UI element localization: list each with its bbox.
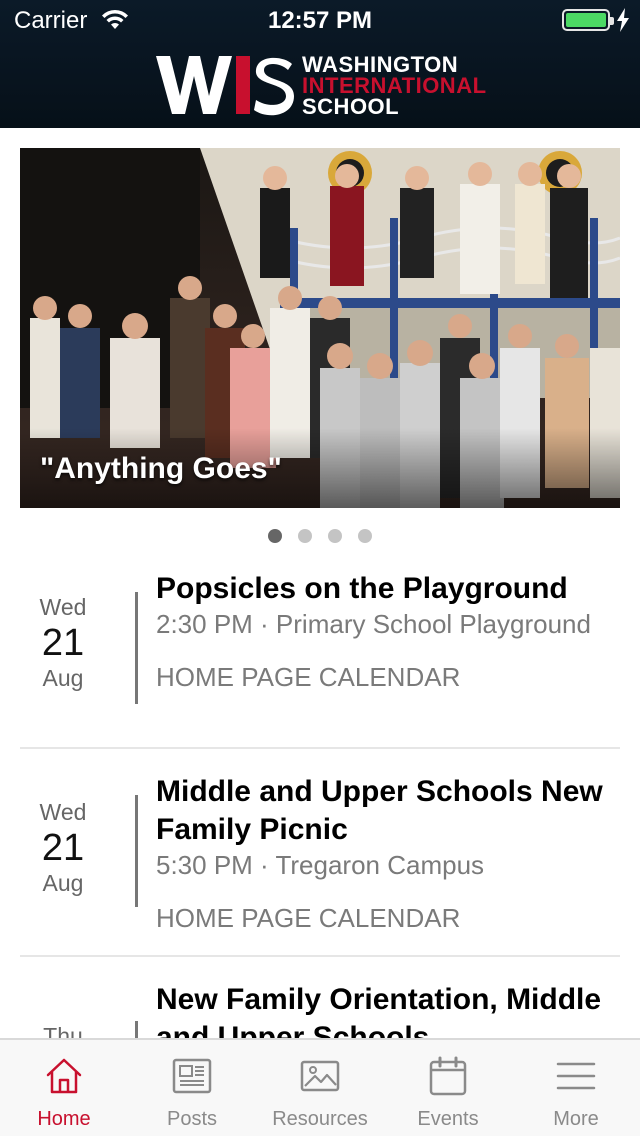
app-header: Carrier 12:57 PM WASHINGTON INTERNATIONA… xyxy=(0,0,640,128)
tab-posts[interactable]: Posts xyxy=(128,1040,256,1136)
event-details: New Family Orientation, Middle and Upper… xyxy=(156,981,616,1038)
featured-carousel[interactable]: "Anything Goes" xyxy=(20,148,620,508)
event-weekday: Thu xyxy=(43,1023,83,1038)
carousel-dot-2[interactable] xyxy=(298,529,312,543)
event-month: Aug xyxy=(42,870,84,896)
event-weekday: Wed xyxy=(39,799,87,825)
tab-more[interactable]: More xyxy=(512,1040,640,1136)
event-day: 21 xyxy=(41,827,85,869)
logo-line-1: WASHINGTON xyxy=(302,52,459,77)
event-item[interactable]: Wed 21 Aug Middle and Upper Schools New … xyxy=(20,749,620,957)
event-date: Wed 21 Aug xyxy=(20,799,106,897)
home-icon xyxy=(46,1058,82,1094)
events-list[interactable]: Wed 21 Aug Popsicles on the Playground 2… xyxy=(20,560,620,1038)
event-weekday: Wed xyxy=(39,594,87,620)
event-date: Thu xyxy=(20,1023,106,1038)
status-bar: Carrier 12:57 PM xyxy=(0,0,640,40)
wis-logo-mark xyxy=(156,56,294,116)
calendar-icon xyxy=(429,1056,467,1096)
event-calendar-name: HOME PAGE CALENDAR xyxy=(156,662,461,692)
tab-resources[interactable]: Resources xyxy=(256,1040,384,1136)
event-calendar-name: HOME PAGE CALENDAR xyxy=(156,903,461,933)
event-details: Middle and Upper Schools New Family Picn… xyxy=(156,773,616,935)
event-divider xyxy=(135,795,138,907)
logo-line-2: INTERNATIONAL xyxy=(302,73,487,98)
event-date: Wed 21 Aug xyxy=(20,594,106,692)
tab-label: Resources xyxy=(272,1108,368,1130)
event-time-location: 2:30 PM · Primary School Playground xyxy=(156,609,591,639)
carousel-dot-4[interactable] xyxy=(358,529,372,543)
newspaper-icon xyxy=(172,1058,212,1094)
tab-events[interactable]: Events xyxy=(384,1040,512,1136)
tab-bar: Home Posts Resources Events More xyxy=(0,1038,640,1136)
logo-line-3: SCHOOL xyxy=(302,94,400,119)
event-details: Popsicles on the Playground 2:30 PM · Pr… xyxy=(156,570,616,694)
carousel-dot-3[interactable] xyxy=(328,529,342,543)
tab-label: More xyxy=(553,1108,599,1130)
image-icon xyxy=(300,1060,340,1092)
battery-icon xyxy=(562,9,614,31)
carousel-dot-1[interactable] xyxy=(268,529,282,543)
carousel-caption[interactable]: "Anything Goes" xyxy=(40,452,282,486)
event-title: Popsicles on the Playground xyxy=(156,572,568,605)
carousel-pagination[interactable] xyxy=(0,529,640,543)
charging-icon xyxy=(617,8,629,32)
event-item[interactable]: Thu New Family Orientation, Middle and U… xyxy=(20,957,620,1038)
event-item[interactable]: Wed 21 Aug Popsicles on the Playground 2… xyxy=(20,560,620,749)
logo-wordmark: WASHINGTON INTERNATIONAL SCHOOL xyxy=(302,52,487,119)
clock: 12:57 PM xyxy=(267,7,373,34)
event-month: Aug xyxy=(42,665,84,691)
event-title: New Family Orientation, Middle and Upper… xyxy=(156,983,602,1038)
tab-label: Events xyxy=(417,1108,479,1130)
menu-icon xyxy=(556,1062,596,1090)
tab-label: Posts xyxy=(166,1108,218,1130)
school-logo: WASHINGTON INTERNATIONAL SCHOOL xyxy=(156,52,486,118)
event-day: 21 xyxy=(41,622,85,664)
event-divider xyxy=(135,1021,138,1038)
event-title: Middle and Upper Schools New Family Picn… xyxy=(156,775,603,846)
tab-label: Home xyxy=(37,1108,91,1130)
event-time-location: 5:30 PM · Tregaron Campus xyxy=(156,850,485,880)
tab-home[interactable]: Home xyxy=(0,1040,128,1136)
event-divider xyxy=(135,592,138,704)
